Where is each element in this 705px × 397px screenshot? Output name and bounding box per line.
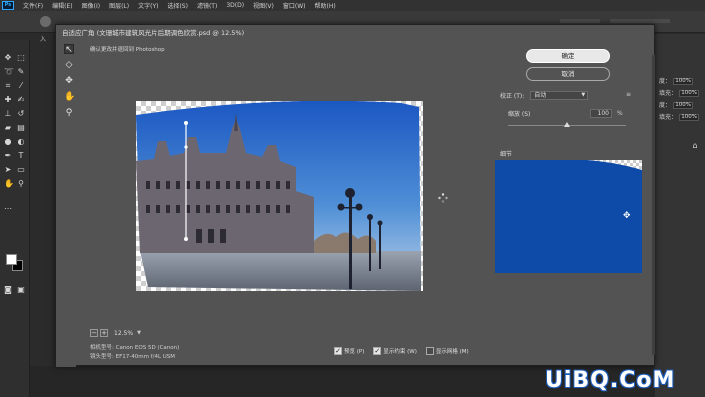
path-select-tool-icon[interactable]: ➤: [4, 166, 12, 174]
menu-image[interactable]: 图像(I): [82, 1, 100, 10]
checkbox-unchecked-icon[interactable]: [425, 347, 434, 355]
foreground-color-swatch[interactable]: [6, 254, 17, 265]
menu-file[interactable]: 文件(F): [23, 1, 43, 10]
gradient-tool-icon[interactable]: ▤: [17, 124, 25, 132]
spot-heal-tool-icon[interactable]: ✚: [4, 96, 12, 104]
marquee-tool-icon[interactable]: ⬚: [17, 54, 25, 62]
menu-select[interactable]: 选择(S): [167, 1, 188, 10]
quick-mask-icon[interactable]: ◙: [4, 286, 12, 294]
stamp-tool-icon[interactable]: ⊥: [4, 110, 12, 118]
move-tool-icon[interactable]: ✥: [64, 76, 74, 86]
chevron-down-icon: ▼: [581, 92, 586, 98]
tools-panel: ✥ ⬚ ➰ ✎ ⌗ ⁄ ✚ ✍ ⊥ ↺ ▰ ▤ ● ◐ ✒ T ➤ ▭ ✋ ⚲ …: [0, 40, 30, 397]
correction-label: 校正 (T):: [500, 93, 525, 100]
constraint-tool-icon[interactable]: ↖: [64, 44, 74, 55]
preview-options: ✓ 预览 (P) ✓ 显示约束 (W) 显示网格 (M): [334, 347, 478, 355]
adaptive-wide-angle-dialog: 自适应广角 (文珊城市建筑风光片后期调色欣赏.psd @ 12.5%) ↖ ◇ …: [55, 24, 655, 367]
tool-preset-icon[interactable]: [40, 16, 51, 27]
dialog-tools: ↖ ◇ ✥ ✋ ⚲: [56, 38, 76, 367]
lasso-tool-icon[interactable]: ➰: [4, 68, 14, 76]
preview-label: 预览 (P): [344, 349, 365, 355]
photoshop-logo-icon: Ps: [2, 1, 14, 10]
quick-select-tool-icon[interactable]: ✎: [17, 68, 25, 76]
scale-value[interactable]: 100: [590, 109, 612, 118]
menu-filter[interactable]: 滤镜(T): [197, 1, 217, 10]
loading-spinner-icon: [438, 193, 448, 203]
cancel-button[interactable]: 取消: [526, 67, 610, 81]
scale-slider-thumb[interactable]: [564, 122, 570, 127]
hand-tool-icon[interactable]: ✋: [64, 92, 75, 102]
menu-bar: Ps 文件(F) 编辑(E) 图像(I) 图层(L) 文字(Y) 选择(S) 滤…: [0, 0, 705, 11]
show-constraints-checkbox[interactable]: ✓ 显示约束 (W): [373, 347, 417, 355]
city-hall-photo: [136, 101, 421, 291]
dialog-hint: 确认更改并退回到 Photoshop: [90, 47, 165, 53]
camera-model: 相机型号: Canon EOS 5D (Canon): [90, 345, 180, 351]
preview-photo[interactable]: [136, 101, 423, 291]
correction-value: 自动: [534, 92, 547, 99]
pen-tool-icon[interactable]: ✒: [4, 152, 12, 160]
scale-label: 缩放 (S): [508, 111, 531, 118]
eraser-tool-icon[interactable]: ▰: [4, 124, 12, 132]
preview-checkbox[interactable]: ✓ 预览 (P): [334, 347, 364, 355]
correction-row: 校正 (T): 自动 ▼: [500, 91, 589, 100]
show-mesh-label: 显示网格 (M): [435, 349, 469, 355]
zoom-control: − + 12.5% ▼: [90, 329, 141, 337]
dialog-title: 自适应广角 (文珊城市建筑风光片后期调色欣赏.psd @ 12.5%): [62, 29, 245, 37]
dialog-scrollbar[interactable]: [652, 55, 655, 355]
polygon-constraint-tool-icon[interactable]: ◇: [64, 60, 74, 70]
menu-3d[interactable]: 3D(D): [226, 2, 244, 9]
dodge-tool-icon[interactable]: ◐: [17, 138, 25, 146]
crosshair-cursor-icon: ✥: [623, 211, 631, 221]
fill-label: 填充：: [659, 90, 678, 97]
eyedropper-tool-icon[interactable]: ⁄: [17, 82, 25, 90]
brush-tool-icon[interactable]: ✍: [17, 96, 25, 104]
menu-window[interactable]: 窗口(W): [283, 1, 306, 10]
opacity-label-2: 度：: [659, 102, 672, 109]
zoom-in-button[interactable]: +: [100, 329, 108, 337]
layers-panel-edge: 度： 100% 填充： 100% 度： 100% 填充： 100% ⌂: [655, 34, 705, 397]
lens-model: 镜头型号: EF17-40mm f/4L USM: [90, 354, 176, 360]
checkbox-checked-icon[interactable]: ✓: [373, 347, 382, 355]
menu-help[interactable]: 帮助(H): [315, 1, 336, 10]
move-tool-icon[interactable]: ✥: [4, 54, 12, 62]
more-tools-icon[interactable]: ⋯: [4, 205, 12, 213]
menu-view[interactable]: 视图(V): [253, 1, 274, 10]
correction-select[interactable]: 自动 ▼: [530, 91, 589, 100]
opacity-value[interactable]: 100%: [673, 78, 694, 85]
zoom-value[interactable]: 12.5%: [114, 330, 133, 337]
shape-tool-icon[interactable]: ▭: [17, 166, 25, 174]
scale-slider[interactable]: [508, 122, 626, 127]
checkbox-checked-icon[interactable]: ✓: [334, 347, 342, 355]
fill-value[interactable]: 100%: [679, 90, 700, 97]
hand-tool-icon[interactable]: ✋: [4, 180, 14, 188]
zoom-tool-icon[interactable]: ⚲: [64, 108, 74, 118]
menu-layer[interactable]: 图层(L): [109, 1, 129, 10]
fill-label-2: 填充：: [659, 114, 678, 121]
menu-edit[interactable]: 编辑(E): [52, 1, 72, 10]
settings-menu-icon[interactable]: ≡: [626, 91, 631, 98]
show-constraints-label: 显示约束 (W): [383, 349, 417, 355]
zoom-tool-icon[interactable]: ⚲: [17, 180, 25, 188]
type-tool-icon[interactable]: T: [17, 152, 25, 160]
opacity-label: 度：: [659, 78, 672, 85]
detail-label: 细节: [500, 151, 513, 158]
scale-row: 缩放 (S) 100 %: [508, 109, 623, 118]
opacity-value-2[interactable]: 100%: [673, 102, 694, 109]
scale-unit: %: [617, 110, 623, 117]
blur-tool-icon[interactable]: ●: [4, 138, 12, 146]
detail-preview: ✥: [495, 160, 642, 273]
detail-transparent-corner: [587, 160, 642, 170]
site-watermark-logo: UiBQ.CoM: [545, 368, 676, 393]
ok-button[interactable]: 确定: [526, 49, 610, 63]
zoom-out-button[interactable]: −: [90, 329, 98, 337]
fill-value-2[interactable]: 100%: [679, 114, 700, 121]
menu-type[interactable]: 文字(Y): [138, 1, 158, 10]
lock-icon[interactable]: ⌂: [691, 142, 699, 150]
chevron-down-icon[interactable]: ▼: [137, 330, 141, 336]
screen-mode-icon[interactable]: ▣: [17, 286, 25, 294]
history-brush-tool-icon[interactable]: ↺: [17, 110, 25, 118]
crop-tool-icon[interactable]: ⌗: [4, 82, 12, 90]
show-mesh-checkbox[interactable]: 显示网格 (M): [425, 347, 469, 355]
